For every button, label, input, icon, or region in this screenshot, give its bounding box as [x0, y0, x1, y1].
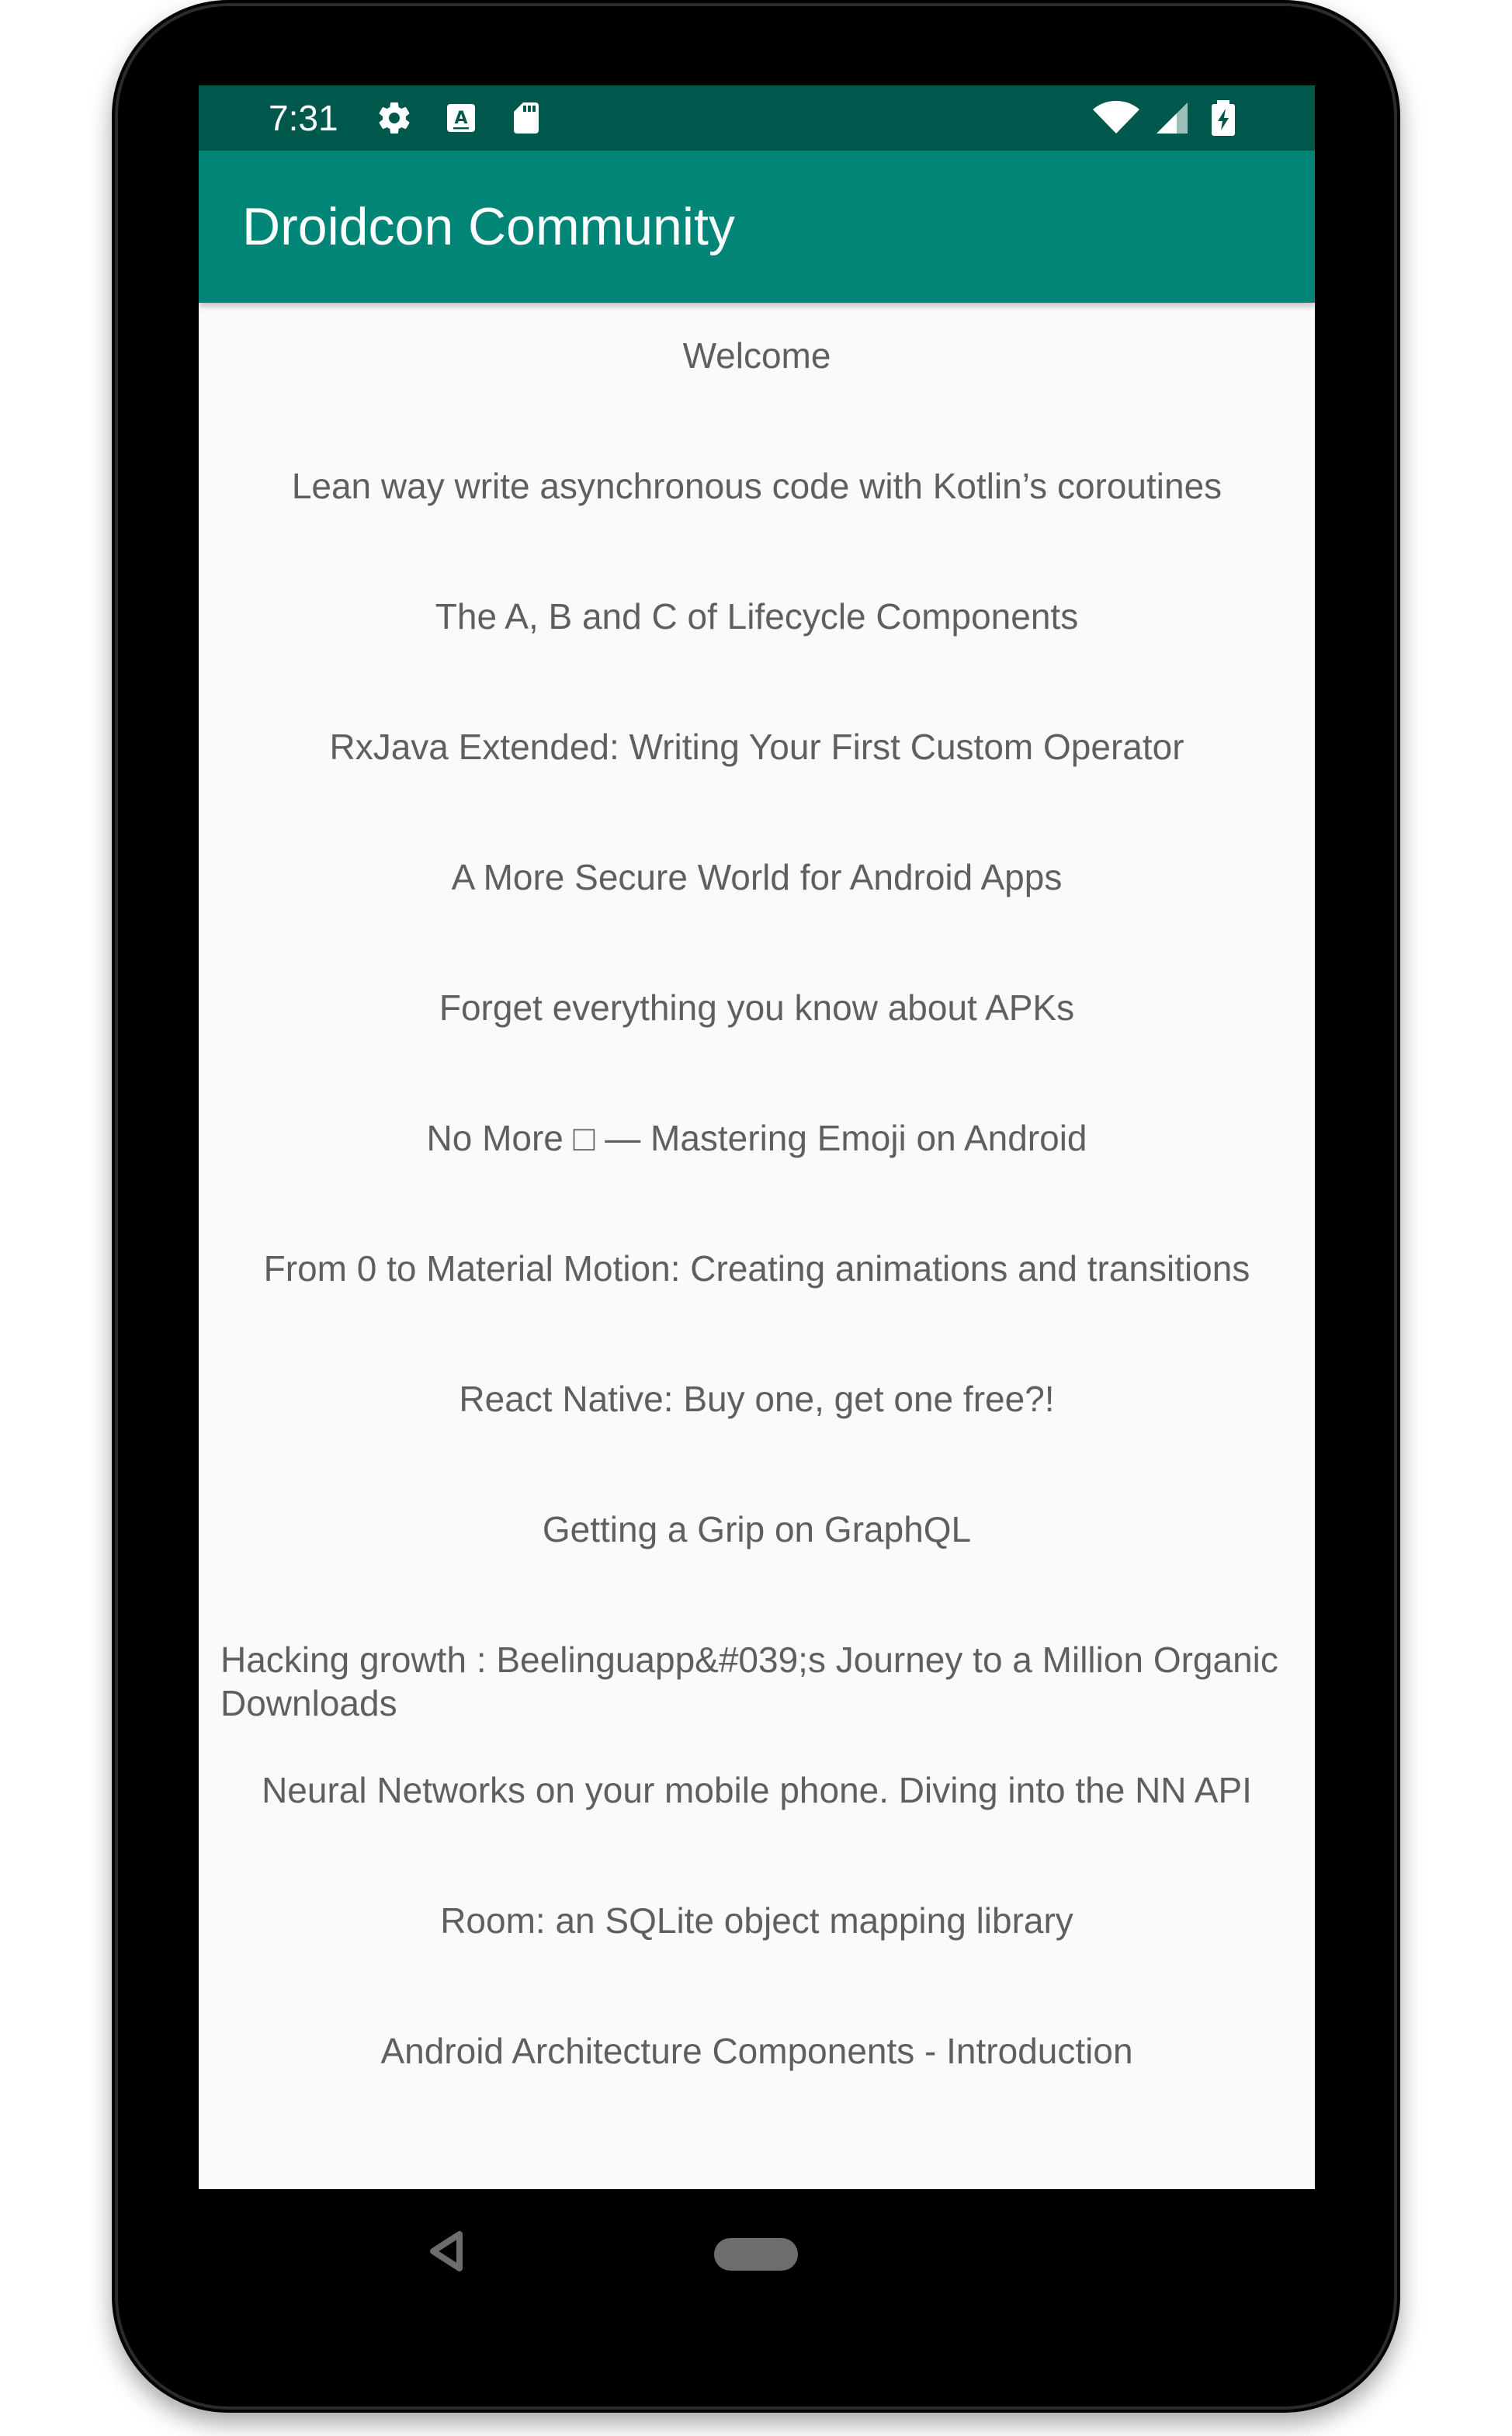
- app-bar: Droidcon Community: [199, 151, 1315, 303]
- list-item[interactable]: From 0 to Material Motion: Creating anim…: [199, 1216, 1315, 1346]
- sd-card-icon: [508, 99, 545, 137]
- list-item[interactable]: Neural Networks on your mobile phone. Di…: [199, 1737, 1315, 1868]
- talk-list: Welcome Lean way write asynchronous code…: [199, 303, 1315, 2129]
- list-item[interactable]: RxJava Extended: Writing Your First Cust…: [199, 694, 1315, 824]
- app-screen: 7:31 A Droidcon Community Welcome Lean w…: [199, 85, 1315, 2189]
- list-item[interactable]: Getting a Grip on GraphQL: [199, 1477, 1315, 1607]
- list-item[interactable]: Hacking growth : Beelinguapp&#039;s Jour…: [199, 1607, 1315, 1737]
- list-item[interactable]: Forget everything you know about APKs: [199, 955, 1315, 1085]
- list-item[interactable]: No More □ — Mastering Emoji on Android: [199, 1085, 1315, 1216]
- list-item[interactable]: Welcome: [199, 303, 1315, 433]
- battery-charging-icon: [1209, 99, 1237, 137]
- list-item[interactable]: The A, B and C of Lifecycle Components: [199, 564, 1315, 694]
- back-icon[interactable]: [427, 2228, 466, 2275]
- keyboard-icon: A: [442, 99, 480, 137]
- signal-icon: [1153, 99, 1191, 137]
- settings-icon: [376, 99, 413, 137]
- list-item[interactable]: React Native: Buy one, get one free?!: [199, 1346, 1315, 1477]
- app-title: Droidcon Community: [242, 197, 735, 256]
- list-item[interactable]: Room: an SQLite object mapping library: [199, 1868, 1315, 1998]
- status-bar: 7:31 A: [199, 85, 1315, 151]
- list-item[interactable]: A More Secure World for Android Apps: [199, 824, 1315, 955]
- list-item[interactable]: Lean way write asynchronous code with Ko…: [199, 433, 1315, 564]
- home-icon[interactable]: [714, 2238, 798, 2271]
- wifi-icon: [1091, 99, 1141, 137]
- status-time: 7:31: [269, 98, 338, 138]
- svg-text:A: A: [454, 109, 467, 128]
- list-item[interactable]: Android Architecture Components - Introd…: [199, 1998, 1315, 2129]
